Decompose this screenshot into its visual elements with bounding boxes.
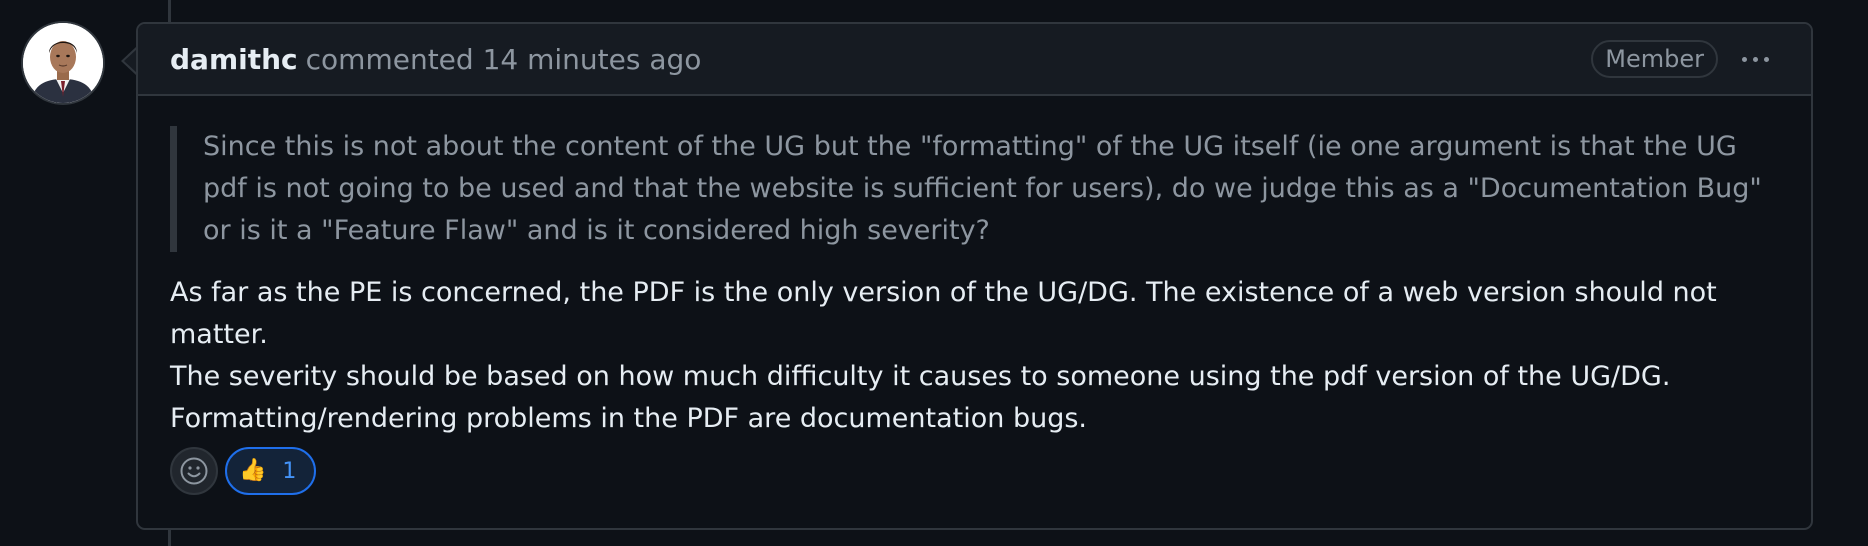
header-actions: Member <box>1591 40 1779 78</box>
quoted-text: Since this is not about the content of t… <box>170 126 1771 252</box>
reply-line: As far as the PE is concerned, the PDF i… <box>170 277 1717 350</box>
comment-header: damithc commented 14 minutes ago Member <box>138 24 1811 96</box>
comment-body: Since this is not about the content of t… <box>138 96 1811 440</box>
kebab-dot <box>1764 56 1769 62</box>
add-reaction-button[interactable] <box>170 447 218 495</box>
kebab-horizontal-icon[interactable] <box>1742 51 1769 68</box>
reply-line: The severity should be based on how much… <box>170 361 1671 392</box>
avatar-image <box>23 23 103 103</box>
reply-text: As far as the PE is concerned, the PDF i… <box>170 272 1771 440</box>
thumbs-up-icon: 👍 <box>239 458 267 483</box>
reaction-count: 1 <box>282 458 297 484</box>
role-badge: Member <box>1591 40 1718 78</box>
reply-line: Formatting/rendering problems in the PDF… <box>170 403 1087 434</box>
comment-timestamp[interactable]: commented 14 minutes ago <box>306 43 702 76</box>
author-link[interactable]: damithc <box>170 43 298 76</box>
thumbs-up-reaction-button[interactable]: 👍 1 <box>225 447 317 495</box>
kebab-dot <box>1753 56 1758 62</box>
avatar[interactable] <box>21 21 105 105</box>
reactions-bar: 👍 1 <box>170 447 317 495</box>
smiley-icon <box>180 457 208 485</box>
comment-card: damithc commented 14 minutes ago Member … <box>136 22 1813 530</box>
kebab-dot <box>1742 56 1747 62</box>
